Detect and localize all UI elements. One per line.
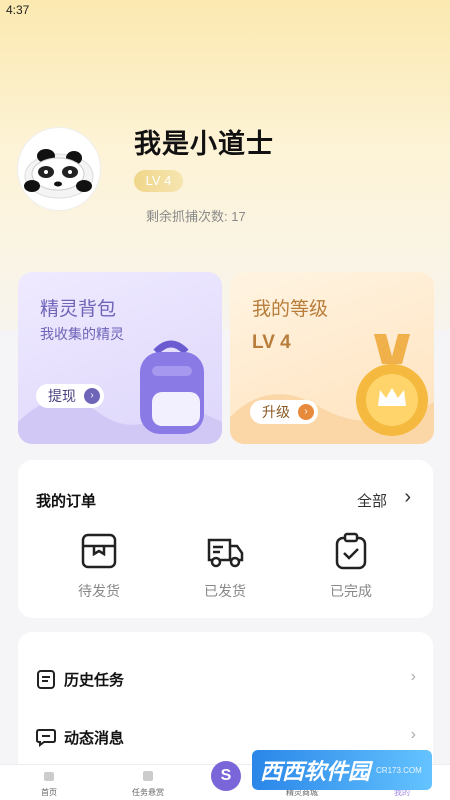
chevron-right-icon: › (84, 388, 100, 404)
order-label: 已完成 (330, 583, 372, 599)
truck-icon (207, 538, 244, 568)
level-badge: LV 4 (134, 170, 183, 192)
withdraw-label: 提现 (48, 388, 76, 404)
backpack-title: 精灵背包 (40, 299, 117, 320)
backpack-card[interactable]: 精灵背包 我收集的精灵 提现 › (18, 272, 222, 444)
catch-count-value: 17 (231, 209, 246, 224)
home-icon (44, 772, 54, 781)
tab-label: 首页 (41, 788, 57, 797)
backpack-subtitle: 我收集的精灵 (40, 326, 124, 342)
level-card[interactable]: 我的等级 LV 4 升级 › (230, 272, 434, 444)
tab-tasks[interactable]: 任务悬赏 (118, 769, 178, 798)
menu-item-history-tasks[interactable]: 历史任务 › (36, 664, 416, 694)
tab-home[interactable]: 首页 (19, 769, 79, 798)
status-bar: 4:37 (0, 0, 450, 20)
withdraw-button[interactable]: 提现 › (36, 384, 104, 408)
menu-item-dynamic-messages[interactable]: 动态消息 › (36, 722, 416, 752)
chevron-right-icon: › (298, 404, 314, 420)
package-icon (81, 533, 117, 569)
task-list-icon (37, 670, 55, 689)
medal-icon (356, 334, 428, 436)
status-time: 4:37 (6, 3, 30, 17)
menu-item-label: 动态消息 (64, 729, 125, 747)
tab-label: 任务悬赏 (132, 788, 164, 797)
level-title: 我的等级 (252, 299, 329, 320)
upgrade-label: 升级 (262, 404, 290, 420)
order-label: 已发货 (204, 583, 246, 599)
orders-all-link[interactable]: 全部 (357, 490, 387, 511)
order-label: 待发货 (78, 583, 120, 599)
order-completed[interactable]: 已完成 (306, 532, 396, 601)
watermark-sub: CR173.COM (376, 765, 422, 775)
catch-count-label: 剩余抓捕次数: (146, 209, 228, 224)
backpack-icon (140, 340, 204, 434)
task-icon (143, 771, 153, 781)
level-value: LV 4 (252, 332, 291, 353)
order-shipped[interactable]: 已发货 (180, 532, 270, 601)
tab-center-button[interactable]: S (211, 761, 241, 791)
watermark-text: 西西软件园 (260, 759, 371, 784)
chevron-right-icon[interactable]: › (404, 486, 411, 509)
message-icon (36, 729, 56, 747)
chevron-right-icon: › (410, 668, 416, 685)
avatar[interactable] (18, 128, 100, 210)
catch-count-row: 剩余抓捕次数: 17 (146, 206, 246, 225)
username: 我是小道士 (134, 129, 274, 159)
orders-title: 我的订单 (36, 493, 97, 510)
orders-section: 我的订单 全部 › 待发货 已发货 已完成 (18, 460, 433, 618)
upgrade-button[interactable]: 升级 › (250, 400, 318, 424)
watermark-logo: 西西软件园 CR173.COM (252, 750, 432, 790)
chevron-right-icon: › (410, 726, 416, 743)
clipboard-check-icon (335, 532, 367, 570)
order-pending-ship[interactable]: 待发货 (54, 532, 144, 601)
menu-item-label: 历史任务 (64, 671, 125, 689)
